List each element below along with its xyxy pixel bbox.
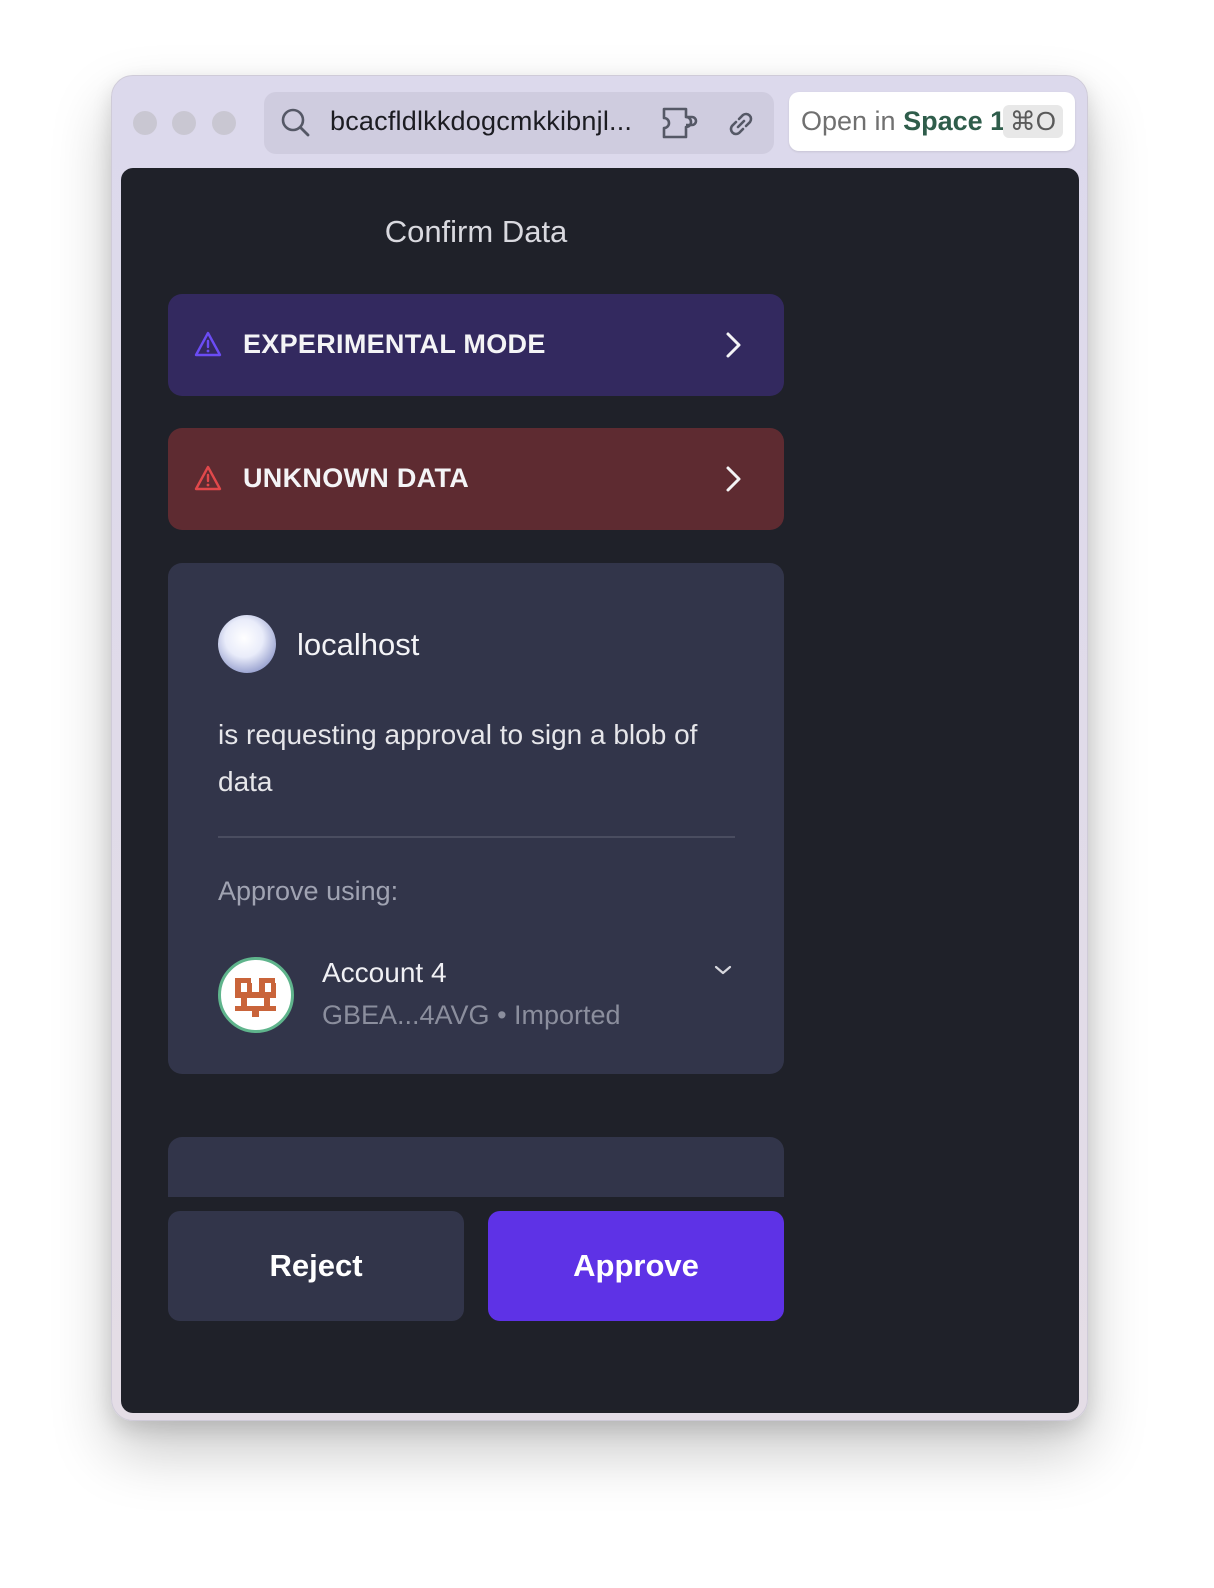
space-name: Space 1 [903, 106, 1006, 136]
extension-icon[interactable] [660, 105, 702, 146]
chevron-right-icon [723, 330, 743, 365]
open-in-space-button[interactable]: Open in Space 1 ⌘O [789, 92, 1075, 151]
link-icon[interactable] [724, 107, 758, 146]
unknown-data-banner[interactable]: UNKNOWN DATA [168, 428, 784, 530]
shortcut-badge: ⌘O [1002, 105, 1063, 138]
warning-triangle-icon [194, 331, 222, 362]
banner-label: UNKNOWN DATA [243, 463, 470, 493]
window-close-button[interactable] [133, 111, 157, 135]
window-zoom-button[interactable] [212, 111, 236, 135]
details-card [168, 1137, 784, 1197]
request-card: localhost is requesting approval to sign… [168, 563, 784, 1074]
open-in-label: Open in [801, 106, 896, 136]
window-minimize-button[interactable] [172, 111, 196, 135]
site-favicon [218, 615, 276, 673]
search-icon [280, 107, 312, 144]
reject-button[interactable]: Reject [168, 1211, 464, 1321]
chevron-down-icon[interactable] [713, 963, 733, 982]
divider [218, 836, 735, 838]
extension-popup: Confirm Data EXPERIMENTAL MODE UNKNOWN D… [121, 168, 1079, 1413]
url-text[interactable]: bcacfldlkkdogcmkkibnjl... [330, 106, 632, 137]
account-name[interactable]: Account 4 [322, 957, 447, 989]
approve-using-label: Approve using: [218, 876, 399, 906]
site-name: localhost [297, 627, 420, 662]
approve-button[interactable]: Approve [488, 1211, 784, 1321]
warning-triangle-icon [194, 465, 222, 496]
chevron-right-icon [723, 464, 743, 499]
account-address: GBEA...4AVG • Imported [322, 1000, 621, 1030]
banner-label: EXPERIMENTAL MODE [243, 329, 546, 359]
request-description: is requesting approval to sign a blob of… [218, 719, 698, 797]
page-title: Confirm Data [384, 214, 568, 249]
account-avatar[interactable] [218, 957, 294, 1033]
address-bar[interactable]: bcacfldlkkdogcmkkibnjl... [264, 92, 774, 154]
experimental-mode-banner[interactable]: EXPERIMENTAL MODE [168, 294, 784, 396]
browser-window: bcacfldlkkdogcmkkibnjl... Open in Space … [111, 75, 1088, 1421]
